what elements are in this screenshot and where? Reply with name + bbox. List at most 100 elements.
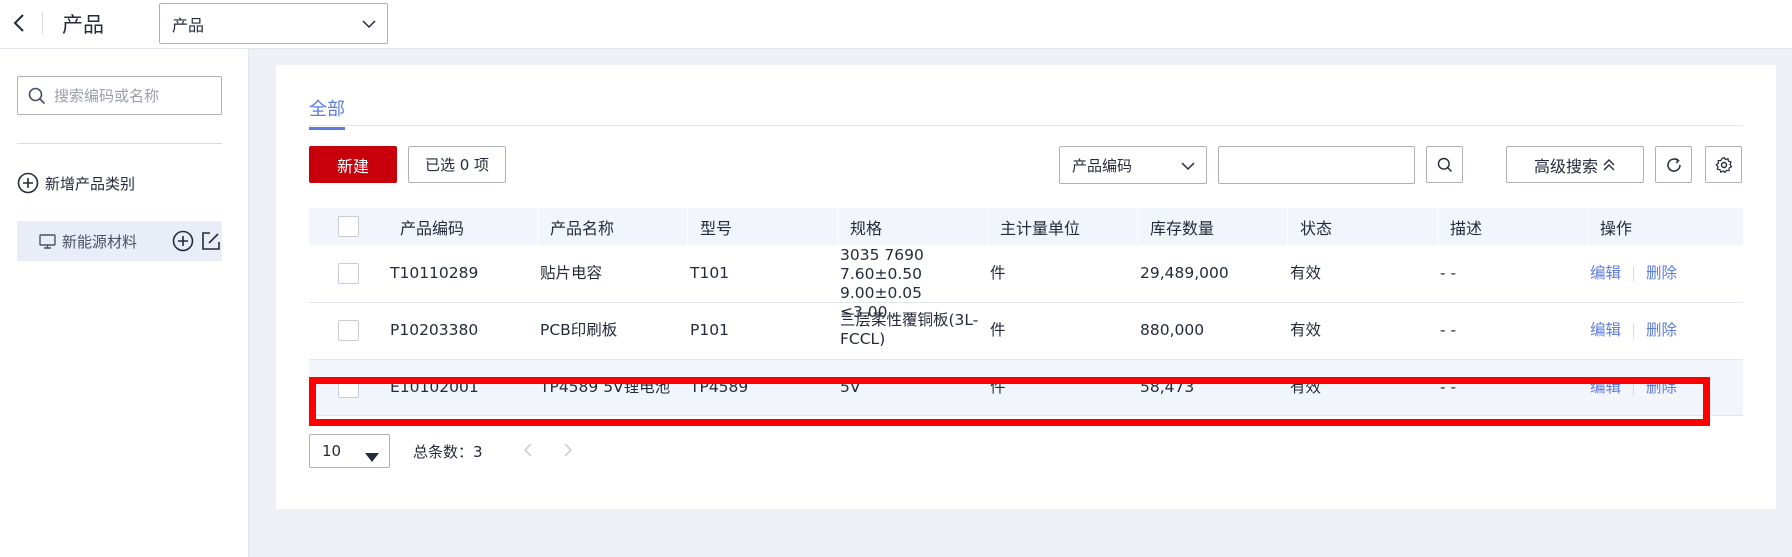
delete-link[interactable]: 删除	[1646, 321, 1677, 340]
cell-spec-line: 7.60±0.50 9.00±0.05	[840, 265, 923, 302]
chevron-down-icon	[361, 16, 377, 36]
cell-qty: 880,000	[1140, 321, 1205, 339]
sidebar: 新增产品类别 新能源材料	[0, 49, 249, 557]
column-separator	[987, 208, 988, 245]
cell-name: TP4589 5V锂电池	[540, 378, 671, 396]
select-all-cell	[338, 208, 359, 245]
column-header-desc[interactable]: 描述	[1450, 208, 1482, 245]
row-checkbox[interactable]	[338, 320, 359, 341]
sidebar-search-input[interactable]	[54, 86, 214, 105]
search-icon	[1437, 157, 1453, 173]
action-separator	[1633, 322, 1635, 339]
cell-spec-line: FCCL)	[840, 330, 886, 348]
cell-model: T101	[690, 264, 730, 282]
total-count: 总条数：3	[413, 443, 483, 461]
edit-category-icon[interactable]	[200, 230, 222, 252]
cell-spec: 三层柔性覆铜板(3L- FCCL)	[840, 311, 990, 349]
prev-page-icon[interactable]	[523, 442, 533, 458]
gear-icon	[1714, 156, 1733, 174]
cell-unit: 件	[990, 378, 1006, 396]
table-header: 产品编码 产品名称 型号 规格 主计量单位 库存数量 状态 描述 操作	[309, 208, 1743, 245]
table-row: P10203380 PCB印刷板 P101 三层柔性覆铜板(3L- FCCL) …	[309, 303, 1743, 360]
column-separator	[687, 208, 688, 245]
cell-spec: 5V	[840, 378, 861, 396]
column-header-code[interactable]: 产品编码	[400, 208, 464, 245]
add-category-label: 新增产品类别	[45, 174, 136, 193]
search-icon	[28, 87, 46, 105]
column-separator	[538, 208, 539, 245]
header-divider	[42, 12, 43, 34]
add-category-button[interactable]: 新增产品类别	[17, 172, 135, 194]
page-title: 产品	[62, 13, 104, 37]
sidebar-search[interactable]	[17, 76, 222, 115]
column-separator	[1137, 208, 1138, 245]
new-button[interactable]: 新建	[309, 146, 397, 183]
cell-name: PCB印刷板	[540, 321, 618, 339]
delete-link[interactable]: 删除	[1646, 378, 1677, 397]
cell-desc: - -	[1440, 378, 1457, 396]
sidebar-divider	[17, 143, 222, 144]
column-header-spec[interactable]: 规格	[850, 208, 882, 245]
row-actions: 编辑 删除	[1590, 321, 1677, 340]
back-arrow-icon[interactable]	[8, 10, 30, 36]
table-row: T10110289 贴片电容 T101 3035 7690 7.60±0.50 …	[309, 245, 1743, 321]
cell-unit: 件	[990, 264, 1006, 282]
sidebar-item-label: 新能源材料	[62, 232, 138, 251]
monitor-icon	[39, 233, 56, 249]
product-select[interactable]: 产品	[159, 3, 388, 44]
column-header-qty[interactable]: 库存数量	[1150, 208, 1214, 245]
page-size-value: 10	[322, 442, 342, 460]
column-header-model[interactable]: 型号	[700, 208, 732, 245]
next-page-icon[interactable]	[563, 442, 573, 458]
cell-spec-line: 3035 7690	[840, 246, 924, 264]
column-separator	[837, 208, 838, 245]
selected-count-button[interactable]: 已选 0 项	[408, 146, 506, 183]
tab-all[interactable]: 全部	[309, 95, 345, 130]
main-panel: 全部 新建 已选 0 项 产品编码 高级搜索 产品编码 产品名称 型号 规格 主…	[276, 65, 1776, 509]
caret-down-icon	[365, 448, 379, 466]
edit-link[interactable]: 编辑	[1590, 264, 1621, 283]
cell-unit: 件	[990, 321, 1006, 339]
row-checkbox[interactable]	[338, 377, 359, 398]
column-header-status[interactable]: 状态	[1300, 208, 1332, 245]
cell-desc: - -	[1440, 264, 1457, 282]
search-input[interactable]	[1218, 146, 1415, 184]
action-separator	[1633, 379, 1635, 396]
cell-name: 贴片电容	[540, 264, 603, 282]
edit-link[interactable]: 编辑	[1590, 321, 1621, 340]
products-table: 产品编码 产品名称 型号 规格 主计量单位 库存数量 状态 描述 操作 T101…	[309, 208, 1743, 426]
sidebar-item-category[interactable]: 新能源材料	[17, 221, 222, 261]
cell-code: E10102001	[390, 378, 479, 396]
page-size-select[interactable]: 10	[309, 434, 390, 468]
select-all-checkbox[interactable]	[338, 216, 359, 237]
cell-code: T10110289	[390, 264, 479, 282]
cell-qty: 29,489,000	[1140, 264, 1229, 282]
delete-link[interactable]: 删除	[1646, 264, 1677, 283]
column-header-actions: 操作	[1600, 218, 1633, 238]
search-button[interactable]	[1426, 146, 1463, 183]
refresh-button[interactable]	[1655, 146, 1692, 183]
search-field-value: 产品编码	[1072, 156, 1133, 175]
tab-bar: 全部	[309, 95, 1743, 130]
advanced-search-button[interactable]: 高级搜索	[1506, 146, 1644, 183]
column-separator	[1287, 208, 1288, 245]
refresh-icon	[1665, 156, 1683, 174]
cell-code: P10203380	[390, 321, 479, 339]
advanced-search-label: 高级搜索	[1533, 156, 1598, 176]
column-header-unit[interactable]: 主计量单位	[1000, 208, 1080, 245]
add-subcategory-icon[interactable]	[172, 230, 194, 252]
cell-status: 有效	[1290, 378, 1322, 396]
row-checkbox[interactable]	[338, 263, 359, 284]
table-row: E10102001 TP4589 5V锂电池 TP4589 5V 件 58,47…	[309, 360, 1743, 416]
settings-button[interactable]	[1705, 146, 1742, 183]
plus-circle-icon	[17, 172, 39, 194]
cell-status: 有效	[1290, 264, 1322, 282]
double-chevron-up-icon	[1602, 158, 1616, 172]
column-header-name[interactable]: 产品名称	[550, 208, 614, 245]
cell-spec-line: 三层柔性覆铜板(3L-	[840, 311, 979, 329]
column-separator	[1587, 208, 1588, 245]
chevron-down-icon	[1180, 158, 1196, 178]
edit-link[interactable]: 编辑	[1590, 378, 1621, 397]
search-field-select[interactable]: 产品编码	[1059, 146, 1207, 184]
cell-status: 有效	[1290, 321, 1322, 339]
